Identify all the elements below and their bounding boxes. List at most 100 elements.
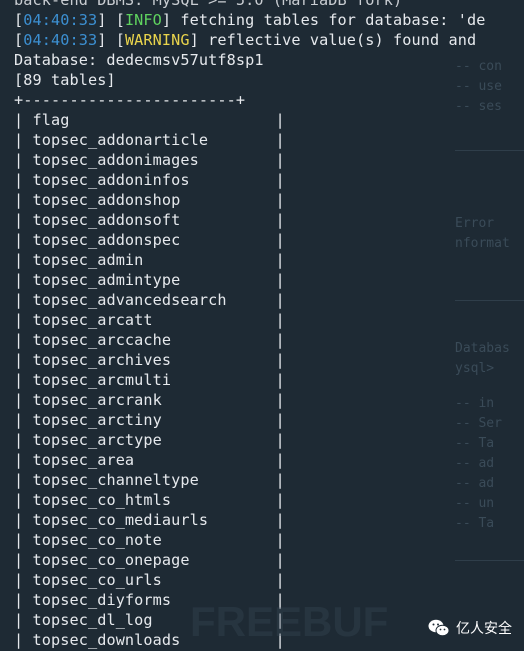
table-border-right: | [275, 571, 285, 589]
table-row: | topsec_co_note | [14, 530, 285, 550]
table-border-top: +-----------------------+ [14, 91, 246, 109]
table-row: | topsec_area | [14, 450, 285, 470]
background-text: -- ses [455, 99, 502, 114]
log-timestamp: 04:40:33 [23, 31, 98, 49]
log-level-warning: WARNING [124, 31, 190, 49]
table-row: | topsec_addonshop | [14, 190, 285, 210]
background-text: nformat [455, 236, 510, 251]
table-border-right: | [275, 491, 285, 509]
table-border-left: | [14, 171, 33, 189]
table-name-cell: topsec_addonarticle [32, 131, 209, 149]
table-name-cell: topsec_co_onepage [32, 551, 190, 569]
table-row: | topsec_advancedsearch | [14, 290, 285, 310]
table-border-right: | [275, 451, 285, 469]
table-name-cell: topsec_arccache [32, 331, 172, 349]
background-text: ysql> [455, 361, 495, 376]
table-name-cell: topsec_addonshop [32, 191, 181, 209]
background-text: -- un [455, 496, 495, 511]
log-line-info: [04:40:33] [INFO] fetching tables for da… [14, 11, 486, 29]
table-border-left: | [14, 411, 33, 429]
table-border-right: | [275, 111, 285, 129]
table-border-right: | [275, 251, 285, 269]
table-border-left: | [14, 531, 33, 549]
table-row: | topsec_arcatt | [14, 310, 285, 330]
table-row: | topsec_channeltype | [14, 470, 285, 490]
table-row: | topsec_co_onepage | [14, 550, 285, 570]
table-name-cell: flag [32, 111, 70, 129]
table-row: | topsec_co_mediaurls | [14, 510, 285, 530]
table-name-cell: topsec_arcatt [32, 311, 153, 329]
table-row: | topsec_addonimages | [14, 150, 285, 170]
table-row: | topsec_addonsoft | [14, 210, 285, 230]
table-name-cell: topsec_area [32, 451, 135, 469]
table-row: | topsec_arcrank | [14, 390, 285, 410]
background-text: -- ad [455, 456, 495, 471]
table-row: | topsec_co_urls | [14, 570, 285, 590]
table-border-left: | [14, 631, 33, 649]
table-border-left: | [14, 311, 33, 329]
background-text: -- use [455, 79, 502, 94]
table-border-right: | [275, 511, 285, 529]
table-row: | topsec_arctype | [14, 430, 285, 450]
table-name-cell: topsec_advancedsearch [32, 291, 227, 309]
log-message: reflective value(s) found and [198, 31, 477, 49]
table-border-right: | [275, 371, 285, 389]
table-border-left: | [14, 491, 33, 509]
table-border-left: | [14, 231, 33, 249]
table-border-left: | [14, 591, 33, 609]
table-border-left: | [14, 291, 33, 309]
table-name-cell: topsec_admin [32, 251, 144, 269]
table-border-right: | [275, 151, 285, 169]
table-row: | topsec_addoninfos | [14, 170, 285, 190]
table-border-right: | [275, 171, 285, 189]
table-border-left: | [14, 451, 33, 469]
log-timestamp: 04:40:33 [23, 11, 98, 29]
table-row: | topsec_arccache | [14, 330, 285, 350]
table-border-right: | [275, 211, 285, 229]
background-text: -- con [455, 59, 502, 74]
table-name-cell: topsec_channeltype [32, 471, 199, 489]
table-border-left: | [14, 611, 33, 629]
table-border-right: | [275, 191, 285, 209]
wechat-icon [428, 619, 450, 637]
table-border-right: | [275, 131, 285, 149]
table-name-cell: topsec_addonimages [32, 151, 199, 169]
table-row: | topsec_archives | [14, 350, 285, 370]
table-border-left: | [14, 431, 33, 449]
table-row: | topsec_admintype | [14, 270, 285, 290]
table-border-left: | [14, 211, 33, 229]
backend-dbms-line: back-end DBMS: MySQL >= 5.0 (MariaDB for… [14, 0, 403, 9]
table-border-right: | [275, 551, 285, 569]
table-count-line: [89 tables] [14, 71, 116, 89]
table-row: | topsec_arctiny | [14, 410, 285, 430]
table-row: | topsec_addonarticle | [14, 130, 285, 150]
table-border-left: | [14, 271, 33, 289]
table-border-left: | [14, 111, 33, 129]
table-border-left: | [14, 331, 33, 349]
background-text: Error [455, 216, 495, 231]
table-border-right: | [275, 351, 285, 369]
table-name-cell: topsec_admintype [32, 271, 181, 289]
table-border-left: | [14, 391, 33, 409]
watermark: FREEBUF [190, 598, 389, 645]
table-border-left: | [14, 131, 33, 149]
background-text: -- ad [455, 476, 495, 491]
table-name-cell: topsec_arcmulti [32, 371, 172, 389]
table-name-cell: topsec_addoninfos [32, 171, 190, 189]
log-level-info: INFO [124, 11, 162, 29]
table-border-left: | [14, 351, 33, 369]
background-divider [455, 300, 524, 301]
background-divider [455, 560, 524, 561]
background-divider [455, 150, 524, 151]
table-name-cell: topsec_co_note [32, 531, 162, 549]
background-text: -- Ta [455, 516, 495, 531]
table-border-right: | [275, 391, 285, 409]
table-border-left: | [14, 371, 33, 389]
database-name-line: Database: dedecmsv57utf8sp1 [14, 51, 264, 69]
terminal-window[interactable]: back-end DBMS: MySQL >= 5.0 (MariaDB for… [0, 0, 524, 651]
table-border-right: | [275, 291, 285, 309]
table-name-cell: topsec_arcrank [32, 391, 162, 409]
table-name-cell: topsec_addonspec [32, 231, 181, 249]
table-row: | topsec_co_htmls | [14, 490, 285, 510]
log-message: fetching tables for database: 'de [171, 11, 486, 29]
